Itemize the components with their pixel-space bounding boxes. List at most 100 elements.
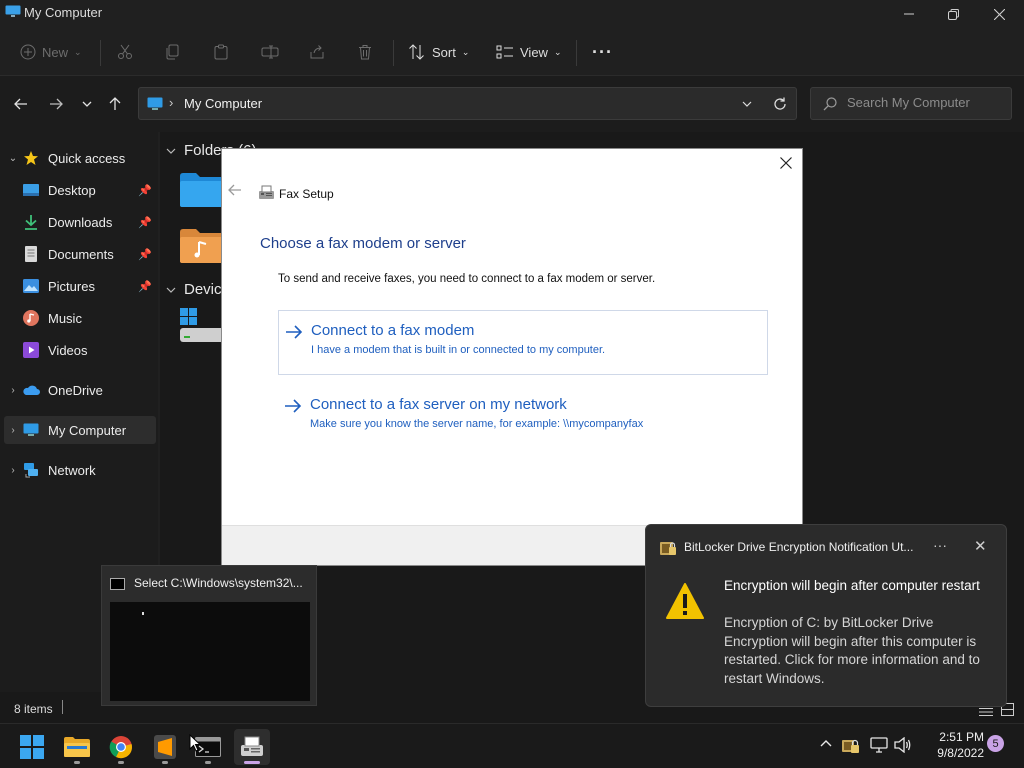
up-button[interactable] [104,94,126,114]
view-button[interactable]: View ⌄ [496,38,562,66]
nav-music[interactable]: Music [4,304,156,332]
taskbar-sublime-text[interactable] [147,729,183,765]
arrow-left-icon [228,184,241,196]
notification-body: Encryption of C: by BitLocker Drive Encr… [724,615,980,686]
item-count: 8 items [14,702,53,716]
network-icon [22,462,40,478]
taskbar-file-explorer[interactable] [59,729,95,765]
view-list-icon [496,45,513,59]
taskbar-chrome[interactable] [103,729,139,765]
paste-button[interactable] [213,38,229,66]
sort-label: Sort [432,44,456,60]
start-button[interactable] [14,729,50,765]
nav-onedrive[interactable]: › OneDrive [4,376,156,404]
chevron-right-icon[interactable]: › [4,425,22,436]
notification-close-button[interactable]: ✕ [974,537,987,555]
bitlocker-notification[interactable]: BitLocker Drive Encryption Notification … [645,524,1007,707]
option-subtitle: I have a modem that is built in or conne… [311,344,606,356]
close-dialog-button[interactable] [776,153,796,173]
music-folder-icon[interactable] [180,228,224,264]
warning-icon [666,583,704,619]
delete-button[interactable] [357,38,373,66]
chevron-right-icon[interactable]: › [4,385,22,396]
notification-title: Encryption will begin after computer res… [724,578,980,593]
nav-documents[interactable]: Documents 📌 [4,240,156,268]
chevron-down-icon[interactable]: ⌄ [4,153,22,164]
search-icon [823,97,837,111]
console-window-preview[interactable]: Select C:\Windows\system32\... [101,565,317,706]
sort-button[interactable]: Sort ⌄ [408,38,469,66]
nav-desktop[interactable]: Desktop 📌 [4,176,156,204]
computer-icon [5,5,21,17]
wizard-title: Fax Setup [279,187,334,201]
restore-icon [947,8,959,20]
copy-icon [166,44,179,60]
windows-logo-icon [20,735,44,759]
option-title: Connect to a fax modem [311,322,475,339]
drive-icon[interactable] [180,308,224,344]
pin-icon[interactable]: 📌 [138,184,152,197]
chevron-right-icon[interactable]: › [4,465,22,476]
bitlocker-tray-icon[interactable] [842,736,860,754]
mouse-cursor-icon [189,734,201,752]
preview-title: Select C:\Windows\system32\... [134,576,303,590]
address-bar[interactable]: › My Computer [138,87,797,120]
clock-time: 2:51 PM [939,730,984,744]
minimize-button[interactable] [886,2,932,26]
chevron-up-icon[interactable] [820,739,832,747]
computer-icon [147,97,163,110]
close-window-button[interactable] [976,2,1022,26]
fax-machine-icon [241,736,263,756]
desktop-folder-icon[interactable] [180,172,224,208]
chevron-down-icon[interactable] [742,101,752,107]
preview-thumbnail[interactable] [110,602,310,701]
running-indicator [162,761,168,764]
nav-videos[interactable]: Videos [4,336,156,364]
taskbar-fax-setup[interactable] [234,729,270,765]
nav-quick-access[interactable]: ⌄ Quick access [4,144,156,172]
recent-locations-button[interactable] [76,94,98,114]
minimize-icon [904,13,914,15]
connect-fax-modem-option[interactable]: Connect to a fax modem I have a modem th… [278,310,768,375]
pin-icon[interactable]: 📌 [138,248,152,261]
volume-icon[interactable] [894,737,912,753]
cut-button[interactable] [117,38,133,66]
refresh-icon[interactable] [773,97,787,111]
divider [576,40,577,66]
search-box[interactable] [810,87,1012,120]
notification-center-badge[interactable]: 5 [987,735,1004,752]
nav-downloads[interactable]: Downloads 📌 [4,208,156,236]
nav-network[interactable]: › Network [4,456,156,484]
wizard-description: To send and receive faxes, you need to c… [278,273,656,285]
nav-label: OneDrive [48,382,103,398]
connect-fax-server-option[interactable]: Connect to a fax server on my network Ma… [278,385,768,450]
arrow-up-icon [109,97,121,110]
chrome-icon [109,736,132,759]
close-icon [780,157,792,169]
restore-button[interactable] [930,2,976,26]
back-button[interactable] [10,94,32,114]
more-options-button[interactable]: ··· [592,38,613,66]
new-button[interactable]: New ⌄ [20,38,82,66]
wizard-back-button[interactable] [228,183,242,201]
fax-setup-dialog: Fax Setup Choose a fax modem or server T… [221,148,803,566]
breadcrumb-chevron-icon: › [169,95,174,110]
divider [100,40,101,66]
network-status-icon[interactable] [870,737,888,753]
forward-button[interactable] [45,94,67,114]
clock[interactable]: 2:51 PM 9/8/2022 [920,729,984,761]
share-button[interactable] [309,38,325,66]
nav-my-computer[interactable]: › My Computer [4,416,156,444]
rename-button[interactable] [261,38,279,66]
breadcrumb[interactable]: My Computer [184,96,262,111]
nav-pictures[interactable]: Pictures 📌 [4,272,156,300]
notification-more-button[interactable]: ··· [933,537,947,553]
pin-icon[interactable]: 📌 [138,216,152,229]
close-icon [993,8,1005,20]
nav-label: Network [48,462,96,478]
chevron-down-icon: ⌄ [461,46,470,57]
copy-button[interactable] [165,38,181,66]
pin-icon[interactable]: 📌 [138,280,152,293]
search-input[interactable] [847,95,1007,110]
chevron-down-icon: ⌄ [74,46,82,57]
